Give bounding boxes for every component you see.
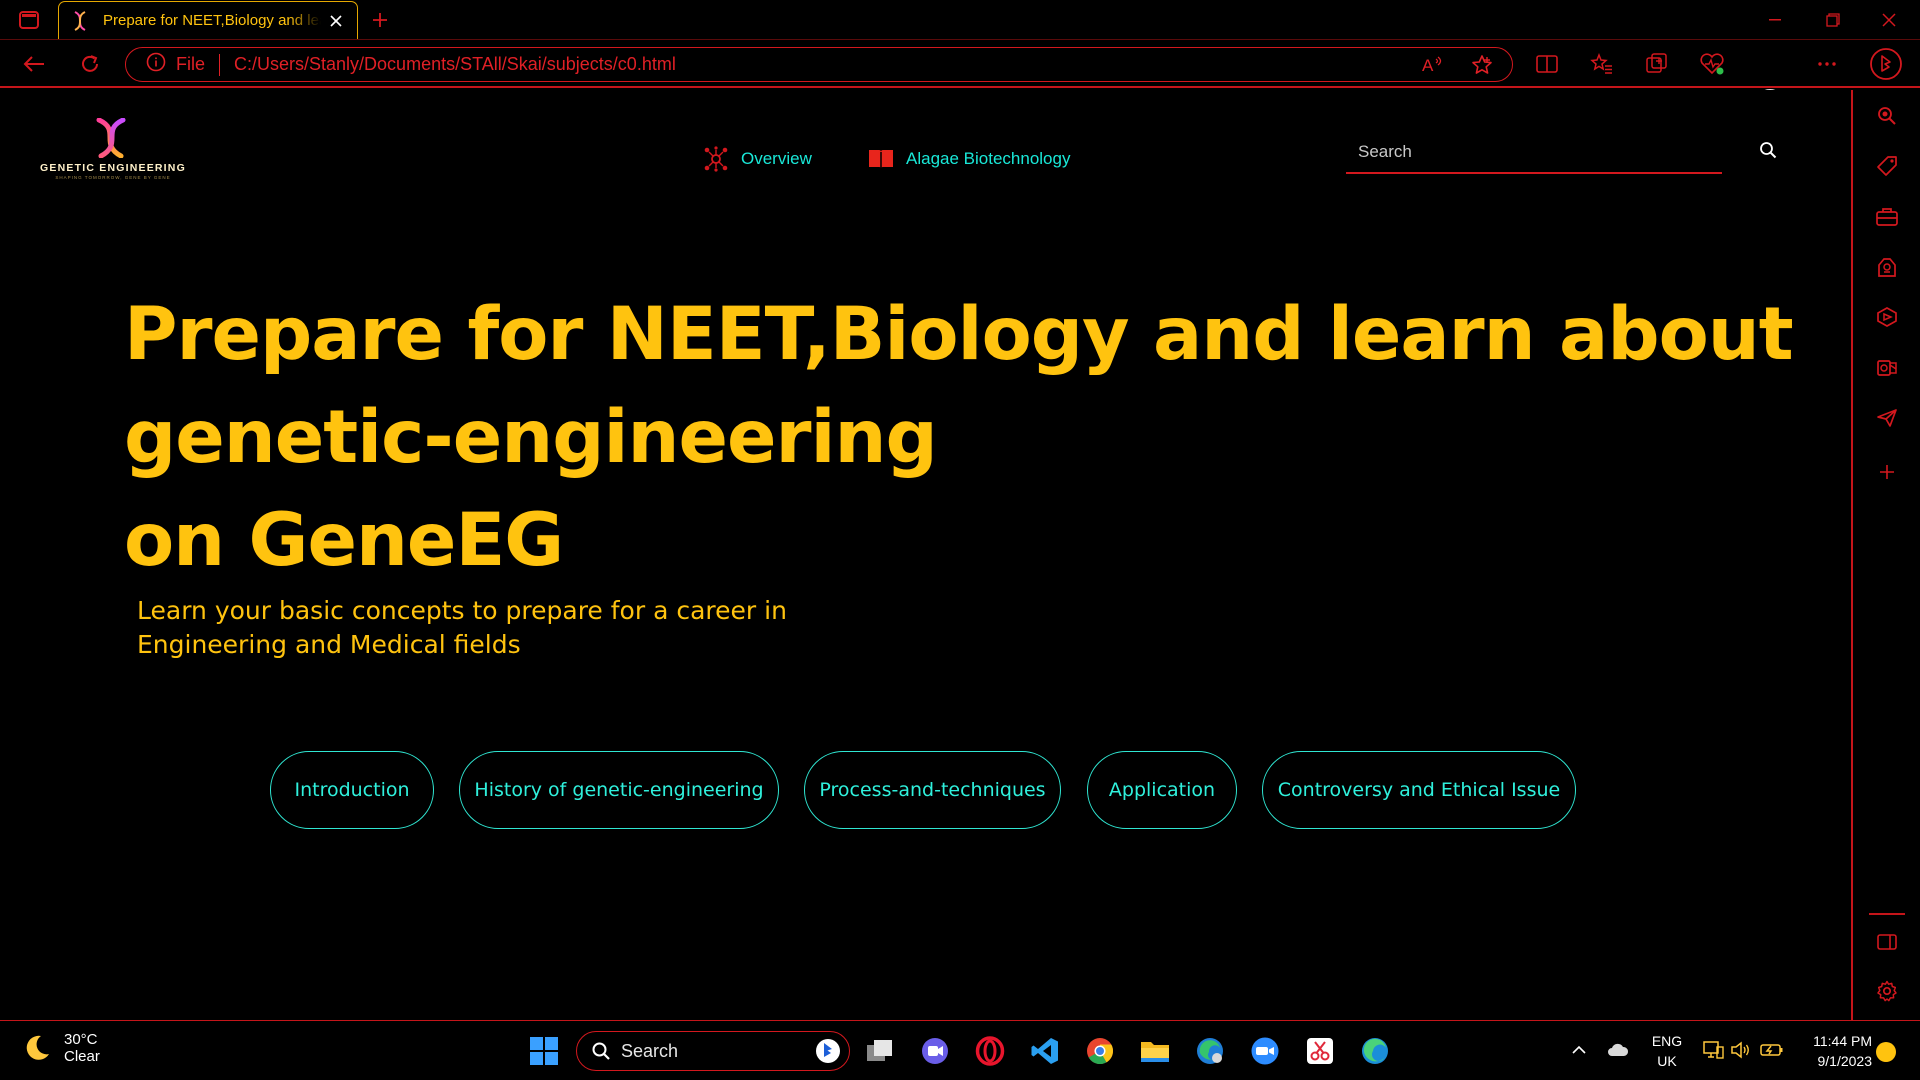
edge-browser-icon[interactable] [1357,1033,1393,1069]
new-tab-icon[interactable] [366,8,394,32]
url-field[interactable]: File C:/Users/Stanly/Documents/STAll/Ska… [125,47,1513,82]
nav-alagae-link[interactable]: Alagae Biotechnology [868,146,1070,172]
moon-icon [26,1035,49,1060]
search-icon[interactable] [1756,138,1780,162]
onedrive-cloud-icon[interactable] [1605,1035,1631,1065]
bing-icon[interactable] [815,1038,841,1064]
edge-profile-icon[interactable] [1192,1033,1228,1069]
system-clock[interactable]: 11:44 PM 9/1/2023 [1796,1031,1872,1071]
site-search-input[interactable] [1346,132,1722,172]
logo-tagline: SHAPING TOMORROW, GENE BY GENE [55,175,171,180]
notification-indicator-icon[interactable] [1873,1037,1899,1067]
show-hidden-icons-chevron-icon[interactable] [1566,1035,1592,1065]
file-explorer-icon[interactable] [1137,1033,1173,1069]
topic-process-button[interactable]: Process-and-techniques [804,751,1061,829]
taskbar-search[interactable]: Search [576,1031,850,1071]
close-window-icon[interactable] [1866,6,1912,34]
language-indicator[interactable]: ENG UK [1650,1031,1684,1071]
site-logo[interactable]: GENETIC ENGINEERING SHAPING TOMORROW, GE… [38,118,188,184]
hide-sidebar-icon[interactable] [1873,928,1901,956]
vscode-icon[interactable] [1027,1033,1063,1069]
edge-sidebar [1851,90,1920,1020]
games-icon[interactable] [1873,253,1901,281]
subtitle-line-1: Learn your basic concepts to prepare for… [137,596,787,625]
active-tab[interactable]: Prepare for NEET,Biology and learn about… [58,1,358,39]
refresh-icon[interactable] [74,50,106,78]
chrome-icon[interactable] [1082,1033,1118,1069]
snipping-tool-icon[interactable] [1302,1033,1338,1069]
close-tab-icon[interactable] [325,10,347,32]
url-scheme-label: File [176,54,206,74]
copilot-icon[interactable] [1868,46,1904,82]
sidebar-divider [1869,913,1905,915]
zoom-icon[interactable] [1247,1033,1283,1069]
add-sidebar-app-icon[interactable] [1873,458,1901,486]
nav-alagae-label: Alagae Biotechnology [906,149,1071,168]
teams-chat-icon[interactable] [917,1033,953,1069]
shopping-tag-icon[interactable] [1873,152,1901,180]
url-text[interactable]: C:/Users/Stanly/Documents/STAll/Skai/sub… [234,54,676,75]
hero-line-3: on GeneEG [124,498,564,583]
outlook-icon[interactable] [1873,354,1901,382]
microsoft-365-icon[interactable] [1873,303,1901,331]
hero-heading: Prepare for NEET,Biology and learn about… [124,283,1794,592]
network-icon[interactable] [1700,1035,1726,1065]
web-page: GENETIC ENGINEERING SHAPING TOMORROW, GE… [0,90,1851,1020]
svg-text:A: A [1422,56,1434,75]
dna-favicon-icon [69,10,91,32]
back-arrow-icon[interactable] [18,50,50,78]
url-divider [219,53,221,76]
hero-line-1: Prepare for NEET,Biology and learn about [124,292,1794,377]
windows-taskbar: 30°C Clear Search ENG UK 11:44 PM 9/1/20… [0,1020,1920,1080]
clock-time: 11:44 PM [1813,1033,1872,1049]
dna-logo-icon [96,118,126,158]
info-icon[interactable] [146,52,166,77]
drop-send-icon[interactable] [1873,404,1901,432]
browser-essentials-icon[interactable] [1696,50,1728,78]
tools-briefcase-icon[interactable] [1873,203,1901,231]
opera-icon[interactable] [972,1033,1008,1069]
volume-icon[interactable] [1728,1035,1754,1065]
nav-overview-label: Overview [741,149,812,168]
taskbar-search-icon [592,1042,610,1060]
read-aloud-icon[interactable]: A [1418,52,1446,78]
address-bar: File C:/Users/Stanly/Documents/STAll/Ska… [0,40,1920,119]
tab-title: Prepare for NEET,Biology and learn about… [103,12,321,29]
tab-bar: Prepare for NEET,Biology and learn about… [0,0,1920,40]
topic-controversy-button[interactable]: Controversy and Ethical Issue [1262,751,1576,829]
task-view-icon[interactable] [862,1033,898,1069]
settings-gear-icon[interactable] [1873,977,1901,1005]
logo-name: GENETIC ENGINEERING [40,162,186,174]
molecule-icon [703,146,729,172]
collections-icon[interactable] [1641,50,1673,78]
favorite-star-icon[interactable] [1468,52,1496,78]
topic-introduction-button[interactable]: Introduction [270,751,434,829]
weather-widget[interactable]: 30°C Clear [22,1031,100,1065]
topic-application-button[interactable]: Application [1087,751,1237,829]
nav-overview-link[interactable]: Overview [703,146,812,172]
site-search-field[interactable] [1346,132,1722,174]
tab-actions-icon[interactable] [14,8,44,32]
windows-start-icon[interactable] [526,1033,562,1069]
search-sidebar-icon[interactable] [1873,102,1901,130]
clock-date: 9/1/2023 [1817,1053,1873,1069]
split-screen-icon[interactable] [1531,50,1563,78]
hero-line-2: genetic-engineering [124,395,938,480]
topic-history-button[interactable]: History of genetic-engineering [459,751,779,829]
favorites-icon[interactable] [1586,50,1618,78]
weather-condition: Clear [64,1048,100,1065]
book-icon [868,146,894,172]
more-menu-icon[interactable] [1811,50,1843,78]
hero-subtitle: Learn your basic concepts to prepare for… [137,594,897,662]
battery-icon[interactable] [1759,1035,1785,1065]
language-code: ENG [1651,1033,1683,1049]
taskbar-search-label: Search [621,1040,679,1061]
restore-icon[interactable] [1810,6,1856,34]
language-region: UK [1657,1053,1677,1069]
subtitle-line-2: Engineering and Medical fields [137,630,521,659]
weather-temperature: 30°C [64,1031,98,1048]
minimize-icon[interactable] [1752,6,1798,34]
